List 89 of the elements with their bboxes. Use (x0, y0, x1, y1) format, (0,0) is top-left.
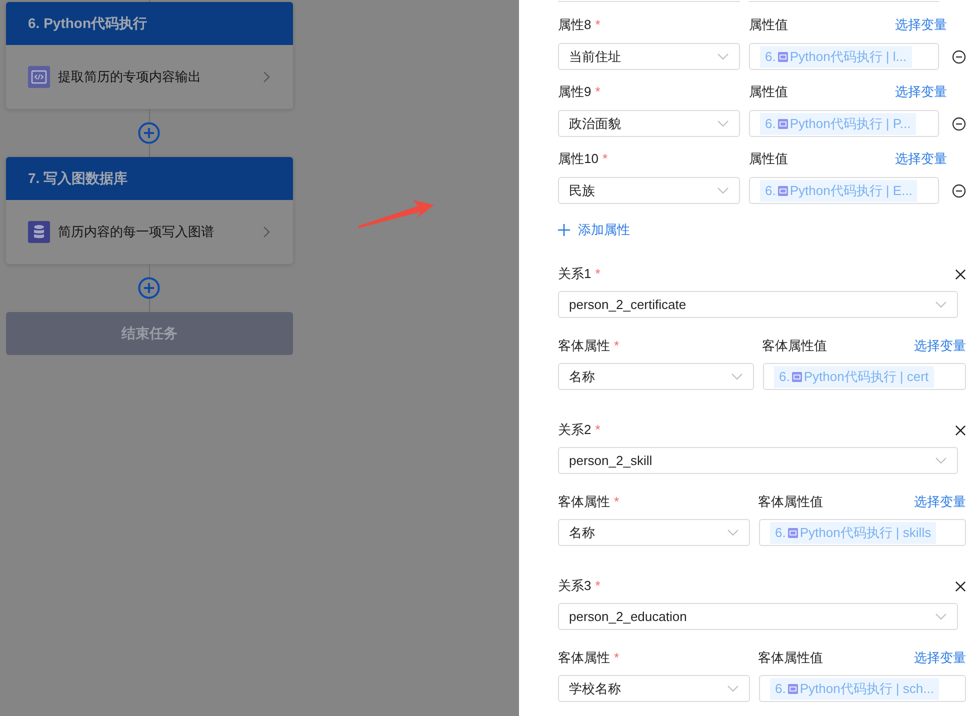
select-variable-link[interactable]: 选择变量 (895, 150, 947, 168)
required-mark: * (614, 494, 620, 509)
node-title: 6. Python代码执行 (6, 2, 293, 45)
select-value: 名称 (569, 524, 595, 542)
select-variable-link[interactable]: 选择变量 (895, 16, 947, 34)
relation-select[interactable]: person_2_skill (558, 447, 958, 474)
required-mark: * (595, 84, 600, 99)
remove-icon[interactable] (952, 50, 966, 64)
tag-prefix: 6. (779, 369, 790, 384)
add-node-icon[interactable] (138, 122, 160, 144)
field-label: 属性10 (558, 151, 598, 166)
tag-prefix: 6. (765, 183, 776, 198)
chevron-down-icon (935, 612, 947, 620)
select-value: 政治面貌 (569, 114, 621, 132)
chevron-down-icon (935, 456, 947, 464)
tag-text: Python代码执行 | l... (790, 48, 907, 66)
tag-prefix: 6. (765, 49, 776, 64)
object-attribute-select[interactable]: 名称 (558, 363, 754, 390)
tag-text: Python代码执行 | P... (790, 114, 911, 132)
step-label: 提取简历的专项内容输出 (58, 68, 202, 86)
close-icon[interactable] (955, 580, 966, 592)
select-variable-link[interactable]: 选择变量 (895, 83, 947, 101)
tag-text: Python代码执行 | cert (804, 368, 929, 386)
required-mark: * (595, 266, 600, 281)
remove-icon[interactable] (952, 116, 966, 130)
select-value: 名称 (569, 368, 595, 386)
field-label: 客体属性 (558, 650, 610, 665)
select-value: 当前住址 (569, 48, 621, 66)
select-variable-link[interactable]: 选择变量 (914, 493, 966, 511)
field-label: 关系2 (558, 422, 592, 437)
node-card[interactable]: 7. 写入图数据库 简历内容的每一项写入图谱 (6, 157, 293, 264)
chevron-down-icon (727, 684, 739, 692)
tag-prefix: 6. (775, 681, 786, 696)
required-mark: * (614, 650, 620, 665)
chevron-down-icon (935, 300, 947, 308)
select-variable-link[interactable]: 选择变量 (914, 649, 966, 667)
select-value: 学校名称 (569, 680, 621, 698)
tag-text: Python代码执行 | E... (790, 182, 912, 200)
attribute-select[interactable]: 当前住址 (558, 43, 740, 70)
field-label: 属性9 (558, 84, 592, 99)
field-label: 客体属性值 (758, 493, 823, 511)
field-label: 关系1 (558, 266, 592, 281)
chevron-down-icon (731, 372, 743, 380)
step-label: 简历内容的每一项写入图谱 (58, 223, 215, 241)
field-label: 属性值 (749, 83, 788, 101)
field-label: 关系3 (558, 578, 592, 593)
node-card[interactable]: 6. Python代码执行 提取简历的专项内容输出 (6, 2, 293, 109)
database-icon (28, 221, 50, 243)
field-label: 客体属性 (558, 494, 610, 509)
select-variable-link[interactable]: 选择变量 (914, 337, 966, 355)
close-icon[interactable] (955, 268, 966, 280)
attribute-select[interactable]: 民族 (558, 177, 740, 204)
chevron-down-icon (717, 52, 729, 60)
required-mark: * (614, 338, 620, 353)
chevron-down-icon (717, 186, 729, 194)
select-value: person_2_skill (569, 453, 652, 468)
select-value: person_2_certificate (569, 297, 686, 312)
select-value: person_2_education (569, 609, 687, 624)
tag-prefix: 6. (765, 116, 776, 131)
tag-text: Python代码执行 | sch... (800, 680, 934, 698)
field-label: 属性值 (749, 150, 788, 168)
add-attribute-link[interactable]: 添加属性 (558, 221, 630, 239)
field-label: 客体属性值 (758, 649, 823, 667)
add-node-icon[interactable] (138, 277, 160, 299)
field-label: 客体属性值 (762, 337, 827, 355)
node-title: 7. 写入图数据库 (6, 157, 293, 200)
object-attribute-select[interactable]: 学校名称 (558, 675, 750, 702)
plus-icon (558, 224, 570, 236)
relation-select[interactable]: person_2_certificate (558, 291, 958, 318)
required-mark: * (595, 578, 600, 593)
chevron-down-icon (727, 528, 739, 536)
required-mark: * (595, 17, 600, 32)
select-value: 民族 (569, 182, 595, 200)
required-mark: * (602, 151, 608, 166)
chevron-right-icon (263, 226, 271, 238)
relation-select[interactable]: person_2_education (558, 603, 958, 630)
tag-prefix: 6. (775, 525, 786, 540)
chevron-right-icon (263, 71, 271, 83)
field-label: 客体属性 (558, 338, 610, 353)
close-icon[interactable] (955, 424, 966, 436)
field-label: 属性8 (558, 17, 592, 32)
attribute-select[interactable]: 政治面貌 (558, 110, 740, 137)
tag-text: Python代码执行 | skills (800, 524, 932, 542)
end-task-button[interactable]: 结束任务 (6, 312, 293, 355)
field-label: 属性值 (749, 16, 788, 34)
chevron-down-icon (717, 120, 729, 128)
object-attribute-select[interactable]: 名称 (558, 519, 750, 546)
required-mark: * (595, 422, 600, 437)
remove-icon[interactable] (952, 184, 966, 198)
